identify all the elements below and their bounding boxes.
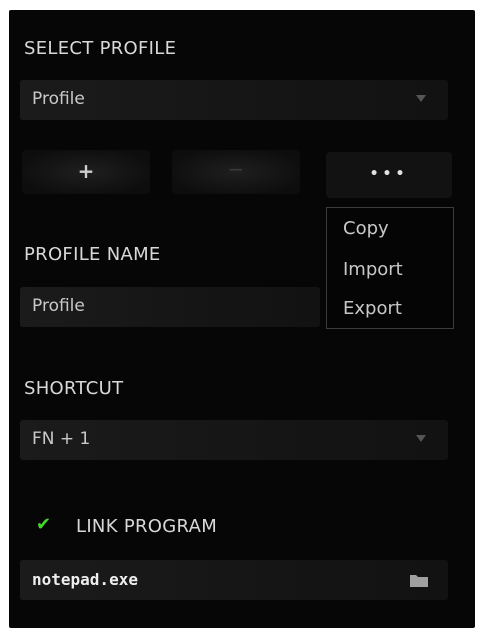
- minus-icon: −: [227, 157, 245, 181]
- profile-name-input[interactable]: Profile: [20, 287, 320, 327]
- more-icon: •••: [369, 166, 409, 182]
- program-path-field[interactable]: notepad.exe: [20, 560, 448, 600]
- shortcut-label: SHORTCUT: [24, 378, 124, 399]
- profile-name-label: PROFILE NAME: [24, 244, 161, 265]
- shortcut-dropdown-value: FN + 1: [32, 429, 91, 449]
- menu-item-copy[interactable]: Copy: [343, 218, 389, 239]
- select-profile-label: SELECT PROFILE: [24, 38, 177, 59]
- menu-item-export[interactable]: Export: [343, 298, 402, 319]
- more-options-menu: Copy Import Export: [326, 207, 454, 329]
- program-path-value: notepad.exe: [32, 570, 138, 589]
- profile-dropdown-value: Profile: [32, 89, 85, 109]
- folder-icon[interactable]: [410, 574, 428, 587]
- menu-item-import[interactable]: Import: [343, 259, 403, 280]
- add-profile-button[interactable]: +: [22, 150, 150, 194]
- check-icon[interactable]: ✔: [36, 514, 51, 535]
- chevron-down-icon: [416, 95, 426, 102]
- chevron-down-icon: [416, 435, 426, 442]
- more-options-button[interactable]: •••: [326, 152, 452, 198]
- link-program-label: LINK PROGRAM: [76, 516, 218, 537]
- shortcut-dropdown[interactable]: FN + 1: [20, 420, 448, 460]
- profile-dropdown[interactable]: Profile: [20, 80, 448, 120]
- plus-icon: +: [77, 159, 95, 183]
- delete-profile-button[interactable]: −: [172, 150, 300, 194]
- profile-name-value: Profile: [32, 296, 85, 316]
